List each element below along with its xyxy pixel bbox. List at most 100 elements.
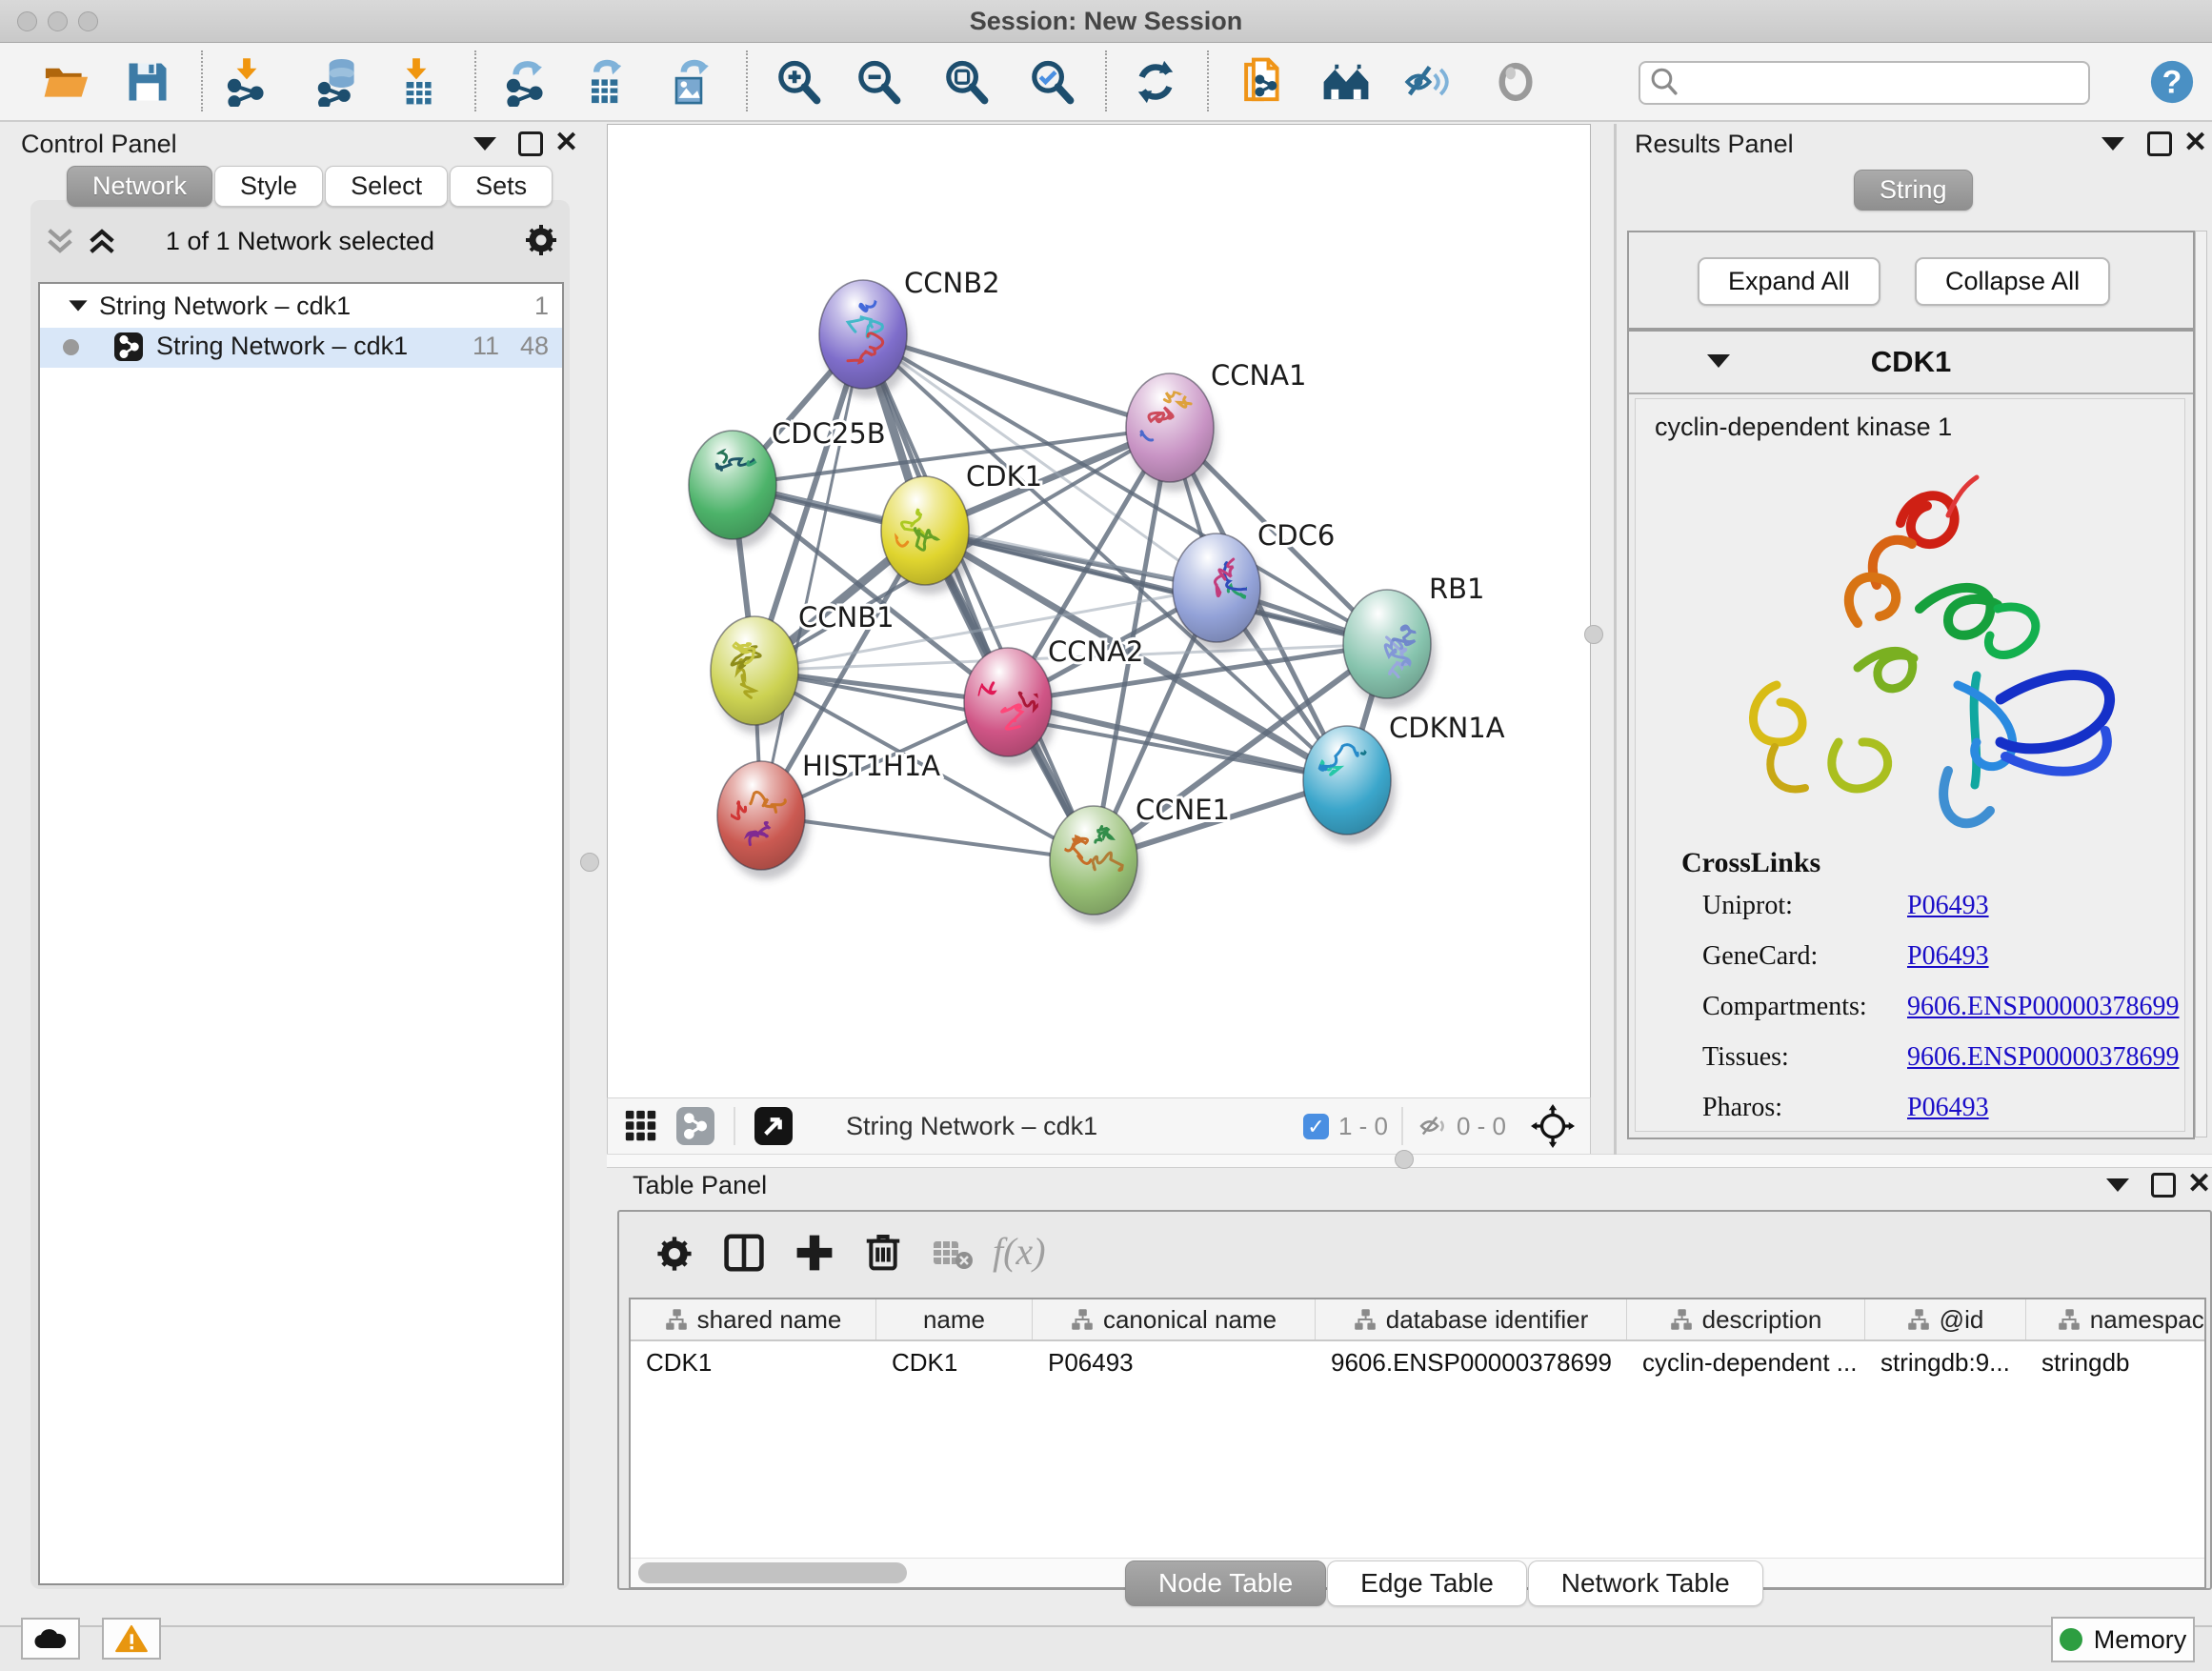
results-panel-menu-icon[interactable] [2101, 137, 2124, 151]
memory-button[interactable]: Memory [2051, 1617, 2195, 1662]
tab-node-table[interactable]: Node Table [1125, 1560, 1326, 1606]
zoom-selected-button[interactable] [1027, 57, 1076, 107]
delete-column-trash-icon[interactable] [861, 1229, 905, 1273]
scrollbar-thumb[interactable] [638, 1562, 907, 1583]
open-session-button[interactable] [42, 57, 91, 107]
results-scrollbar[interactable] [2195, 231, 2207, 1137]
right-splitter-handle[interactable] [1584, 625, 1603, 644]
save-session-button[interactable] [123, 57, 172, 107]
network-options-gear-icon[interactable] [522, 221, 560, 259]
export-image-button[interactable] [664, 57, 714, 107]
import-network-file-button[interactable] [222, 57, 271, 107]
control-panel-menu-icon[interactable] [473, 137, 496, 151]
table-panel-float-icon[interactable] [2151, 1173, 2176, 1198]
column-header-description[interactable]: description [1627, 1299, 1865, 1339]
network-node-CCNA2[interactable] [964, 648, 1052, 756]
control-panel-close-icon[interactable]: ✕ [554, 133, 578, 152]
table-cell[interactable]: stringdb [2026, 1341, 2206, 1383]
hide-unhide-graphics-button[interactable] [1402, 57, 1452, 107]
collection-expand-icon[interactable] [69, 300, 87, 311]
table-cell[interactable]: cyclin-dependent ... [1627, 1341, 1865, 1383]
node-table[interactable]: shared namenamecanonical namedatabase id… [629, 1298, 2206, 1589]
tab-edge-table[interactable]: Edge Table [1327, 1560, 1527, 1606]
table-cell[interactable]: CDK1 [876, 1341, 1033, 1383]
table-panel: Table Panel ✕ f(x) [617, 1167, 2212, 1596]
network-node-CDK1[interactable] [881, 476, 969, 585]
network-collection-row[interactable]: String Network – cdk1 1 [40, 288, 562, 328]
refresh-view-button[interactable] [1131, 57, 1180, 107]
warnings-button[interactable] [102, 1618, 161, 1660]
import-network-database-button[interactable] [314, 57, 364, 107]
bottom-splitter-handle[interactable] [1395, 1150, 1414, 1169]
show-columns-icon[interactable] [722, 1231, 766, 1275]
table-row[interactable]: CDK1CDK1P064939606.ENSP00000378699cyclin… [631, 1341, 2204, 1383]
create-column-plus-icon[interactable] [793, 1231, 836, 1275]
crosslink-compartments-link[interactable]: 9606.ENSP00000378699 [1907, 992, 2179, 1022]
results-panel-float-icon[interactable] [2147, 131, 2172, 156]
control-panel-float-icon[interactable] [518, 131, 543, 156]
column-header-database-identifier[interactable]: database identifier [1316, 1299, 1627, 1339]
results-panel-close-icon[interactable]: ✕ [2183, 133, 2207, 152]
column-header-namespace[interactable]: namespace [2026, 1299, 2206, 1339]
export-table-button[interactable] [579, 57, 629, 107]
collapse-all-button[interactable]: Collapse All [1915, 257, 2110, 306]
crosslink-genecard-link[interactable]: P06493 [1907, 941, 1989, 972]
protein-structure-image [1662, 456, 2158, 856]
zoom-out-button[interactable] [854, 57, 903, 107]
houses-icon [1321, 57, 1371, 107]
results-panel-title: Results Panel [1635, 130, 1794, 159]
window-title: Session: New Session [0, 7, 2212, 36]
network-edge-HIST1H1A-CCNE1[interactable] [761, 815, 1094, 860]
expand-all-button[interactable]: Expand All [1698, 257, 1880, 306]
network-node-CCNB2[interactable] [819, 280, 907, 389]
export-network-button[interactable] [501, 57, 551, 107]
string-home-button[interactable] [1321, 57, 1371, 107]
zoom-fit-button[interactable] [941, 57, 991, 107]
tab-sets[interactable]: Sets [450, 166, 553, 207]
birds-eye-crosshair-icon[interactable] [1531, 1104, 1575, 1148]
column-header--id[interactable]: @id [1865, 1299, 2026, 1339]
table-panel-close-icon[interactable]: ✕ [2187, 1175, 2211, 1194]
column-header-canonical-name[interactable]: canonical name [1033, 1299, 1316, 1339]
left-splitter-handle[interactable] [580, 853, 599, 872]
network-node-CCNA1[interactable] [1126, 373, 1214, 482]
network-node-CDKN1A[interactable] [1303, 726, 1391, 835]
import-table-file-button[interactable] [392, 57, 441, 107]
network-node-CDC25B[interactable] [689, 431, 776, 539]
crosslink-pharos-link[interactable]: P06493 [1907, 1093, 1989, 1123]
network-canvas[interactable]: CCNB2CCNA1CDC25BCDK1CDC6RB1CCNB1CCNA2CDK… [607, 124, 1591, 1099]
tab-network[interactable]: Network [67, 166, 212, 207]
tab-network-table[interactable]: Network Table [1528, 1560, 1763, 1606]
crosslink-tissues-link[interactable]: 9606.ENSP00000378699 [1907, 1042, 2179, 1073]
help-icon: ? [2147, 57, 2197, 107]
vertical-splitter[interactable] [1614, 124, 1617, 1155]
table-panel-menu-icon[interactable] [2106, 1178, 2129, 1192]
network-node-HIST1H1A[interactable] [717, 761, 805, 870]
tab-string[interactable]: String [1854, 170, 1973, 211]
table-cell[interactable]: 9606.ENSP00000378699 [1316, 1341, 1627, 1383]
network-row-selected[interactable]: String Network – cdk1 11 48 [40, 328, 562, 368]
search-input[interactable] [1682, 65, 2077, 97]
column-header-shared-name[interactable]: shared name [631, 1299, 876, 1339]
table-cell[interactable]: P06493 [1033, 1341, 1316, 1383]
help-button[interactable]: ? [2147, 57, 2197, 107]
table-cell[interactable]: CDK1 [631, 1341, 876, 1383]
crosslink-uniprot-link[interactable]: P06493 [1907, 891, 1989, 921]
zoom-in-button[interactable] [774, 57, 823, 107]
bird-eye-toggle-button[interactable] [1491, 57, 1540, 107]
selected-checkbox-icon[interactable]: ✓ [1303, 1114, 1329, 1139]
tab-style[interactable]: Style [214, 166, 323, 207]
network-view-share-icon[interactable] [676, 1107, 714, 1145]
network-snapshot-button[interactable] [1237, 57, 1287, 107]
cloud-status-button[interactable] [21, 1618, 80, 1660]
detach-view-icon[interactable] [754, 1107, 793, 1145]
memory-label: Memory [2094, 1625, 2187, 1655]
tab-select[interactable]: Select [325, 166, 448, 207]
column-header-name[interactable]: name [876, 1299, 1033, 1339]
zoom-selected-icon [1027, 57, 1076, 107]
control-panel-tabs: NetworkStyleSelectSets [67, 166, 554, 207]
table-cell[interactable]: stringdb:9... [1865, 1341, 2026, 1383]
grid-view-icon[interactable] [623, 1108, 659, 1144]
table-options-gear-icon[interactable] [654, 1233, 695, 1275]
network-node-CCNB1[interactable] [711, 616, 798, 725]
